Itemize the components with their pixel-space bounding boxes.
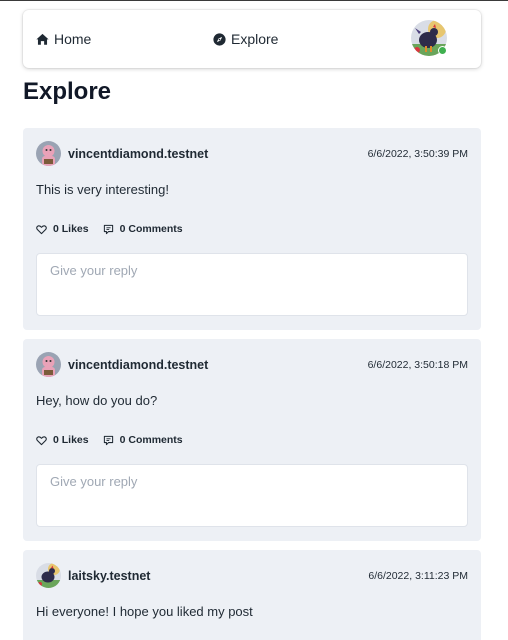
- comments-button[interactable]: 0 Comments: [103, 223, 183, 235]
- reply-input[interactable]: [36, 253, 468, 316]
- post-actions: 0 Likes 0 Comments: [36, 434, 183, 446]
- post-author[interactable]: vincentdiamond.testnet: [68, 147, 208, 161]
- post-body: Hi everyone! I hope you liked my post: [36, 604, 253, 619]
- likes-count: 0 Likes: [53, 434, 89, 446]
- author-avatar[interactable]: [36, 141, 61, 166]
- like-button[interactable]: 0 Likes: [36, 434, 89, 446]
- page-title: Explore: [23, 78, 112, 105]
- reply-input[interactable]: [36, 464, 468, 527]
- post-header: vincentdiamond.testnet 6/6/2022, 3:50:18…: [36, 351, 468, 379]
- nav-explore-link[interactable]: Explore: [213, 31, 278, 47]
- comment-icon: [103, 224, 113, 234]
- likes-count: 0 Likes: [53, 223, 89, 235]
- post-timestamp: 6/6/2022, 3:50:39 PM: [367, 148, 468, 160]
- post-timestamp: 6/6/2022, 3:11:23 PM: [368, 570, 468, 582]
- comments-count: 0 Comments: [119, 223, 183, 235]
- navbar: Home Explore: [23, 10, 481, 68]
- post-body: Hey, how do you do?: [36, 393, 158, 408]
- post-header: vincentdiamond.testnet 6/6/2022, 3:50:39…: [36, 140, 468, 168]
- post-body: This is very interesting!: [36, 182, 169, 197]
- like-button[interactable]: 0 Likes: [36, 223, 89, 235]
- heart-icon: [36, 435, 47, 445]
- post-actions: 0 Likes 0 Comments: [36, 223, 183, 235]
- top-border-line: [0, 0, 508, 1]
- home-icon: [36, 33, 49, 45]
- comments-count: 0 Comments: [119, 434, 183, 446]
- user-avatar-button[interactable]: [411, 20, 447, 56]
- author-avatar[interactable]: [36, 563, 61, 588]
- post-author[interactable]: vincentdiamond.testnet: [68, 358, 208, 372]
- comment-icon: [103, 435, 113, 445]
- online-status-indicator: [438, 46, 447, 55]
- author-avatar[interactable]: [36, 352, 61, 377]
- nav-explore-label: Explore: [231, 31, 279, 47]
- post-card: vincentdiamond.testnet 6/6/2022, 3:50:39…: [23, 128, 481, 330]
- heart-icon: [36, 224, 47, 234]
- comments-button[interactable]: 0 Comments: [103, 434, 183, 446]
- post-card: laitsky.testnet 6/6/2022, 3:11:23 PM Hi …: [23, 550, 481, 640]
- nav-home-link[interactable]: Home: [36, 31, 91, 47]
- post-card: vincentdiamond.testnet 6/6/2022, 3:50:18…: [23, 339, 481, 541]
- post-author[interactable]: laitsky.testnet: [68, 569, 150, 583]
- nav-home-label: Home: [54, 31, 92, 47]
- compass-icon: [213, 32, 226, 46]
- post-header: laitsky.testnet 6/6/2022, 3:11:23 PM: [36, 562, 468, 590]
- post-timestamp: 6/6/2022, 3:50:18 PM: [367, 359, 468, 371]
